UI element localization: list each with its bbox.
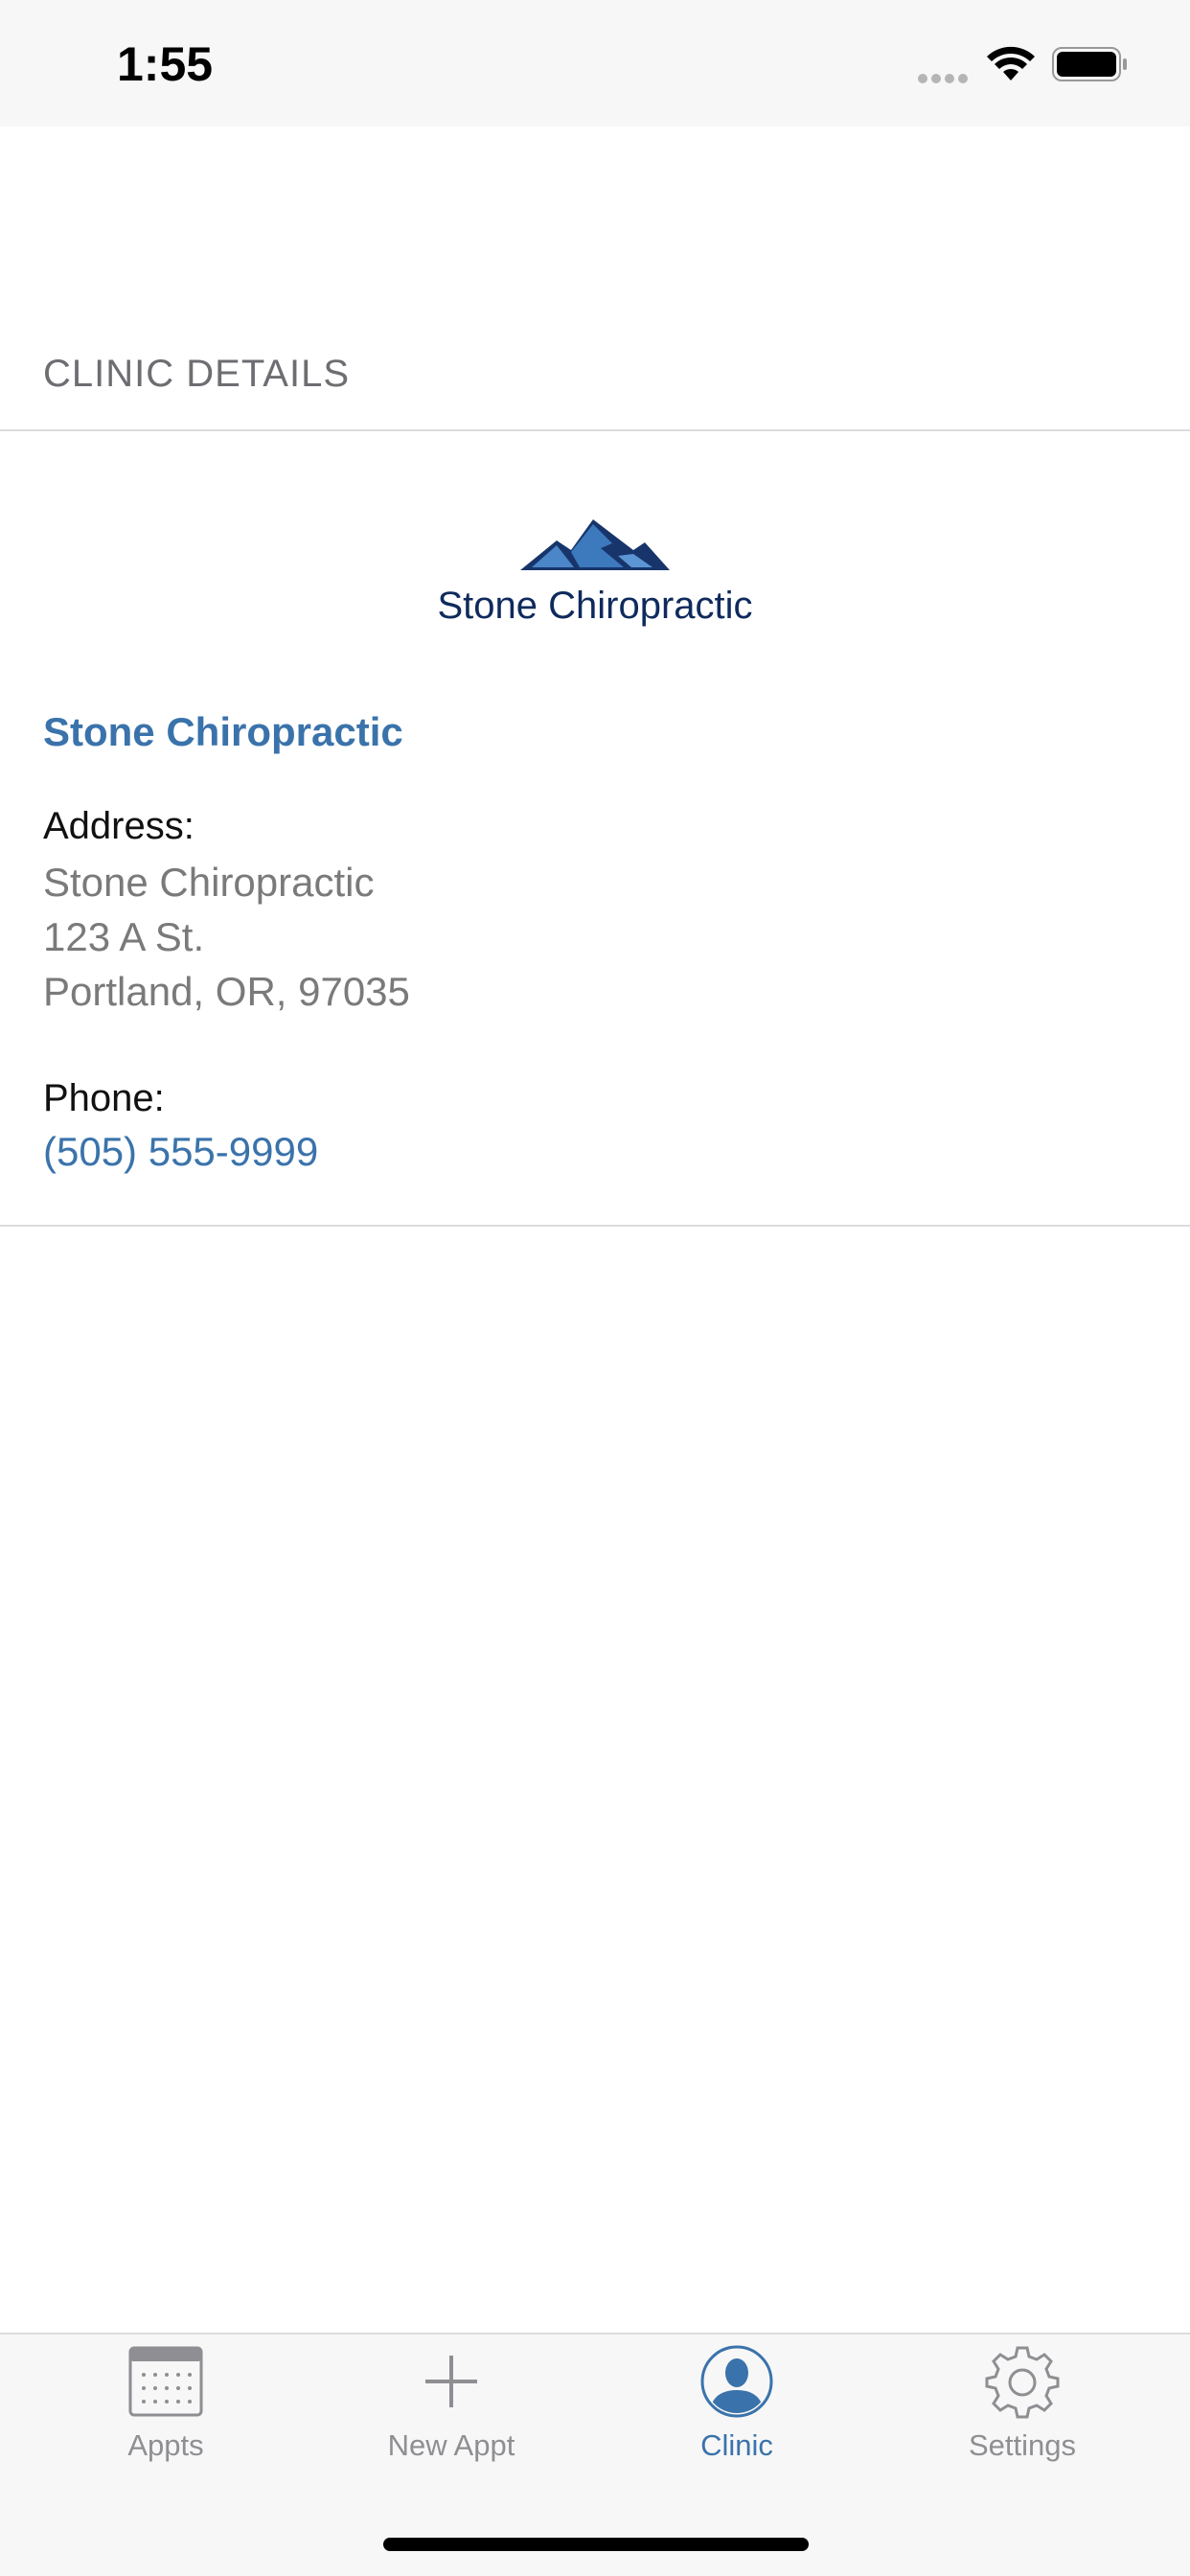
divider xyxy=(0,1225,1190,1227)
tab-clinic[interactable]: Clinic xyxy=(588,2344,885,2497)
plus-icon xyxy=(425,2356,477,2407)
gear-icon xyxy=(985,2346,1060,2419)
clinic-logo: Stone Chiropractic xyxy=(0,508,1190,628)
tab-label: Clinic xyxy=(700,2428,773,2462)
wifi-icon xyxy=(987,46,1035,80)
tab-label: Settings xyxy=(968,2428,1076,2462)
logo-text: Stone Chiropractic xyxy=(437,585,753,627)
tab-appts[interactable]: Appts xyxy=(17,2344,314,2497)
section-header: CLINIC DETAILS xyxy=(43,353,350,395)
tab-label: New Appt xyxy=(387,2428,515,2462)
clinic-name: Stone Chiropractic xyxy=(43,709,403,754)
tab-settings[interactable]: Settings xyxy=(874,2344,1171,2497)
cellular-signal-icon xyxy=(918,71,972,88)
battery-icon xyxy=(1052,47,1127,81)
phone-link[interactable]: (505) 555-9999 xyxy=(43,1129,318,1175)
calendar-icon xyxy=(128,2346,203,2417)
tab-label: Appts xyxy=(127,2428,204,2462)
address-label: Address: xyxy=(43,805,195,847)
divider xyxy=(0,429,1190,431)
address-line-1: Stone Chiropractic xyxy=(43,860,375,905)
clinic-screen: 1:55 CLINIC DETAILS Stone Chiropractic S… xyxy=(0,0,1190,2576)
status-time: 1:55 xyxy=(117,37,214,91)
status-bar: 1:55 xyxy=(0,0,1190,126)
phone-label: Phone: xyxy=(43,1077,165,1119)
person-icon xyxy=(700,2345,773,2418)
tab-new-appt[interactable]: New Appt xyxy=(303,2344,600,2497)
home-indicator[interactable] xyxy=(383,2538,809,2551)
address-line-3: Portland, OR, 97035 xyxy=(43,969,410,1014)
address-line-2: 123 A St. xyxy=(43,914,205,959)
mountain-logo-icon xyxy=(520,519,670,570)
